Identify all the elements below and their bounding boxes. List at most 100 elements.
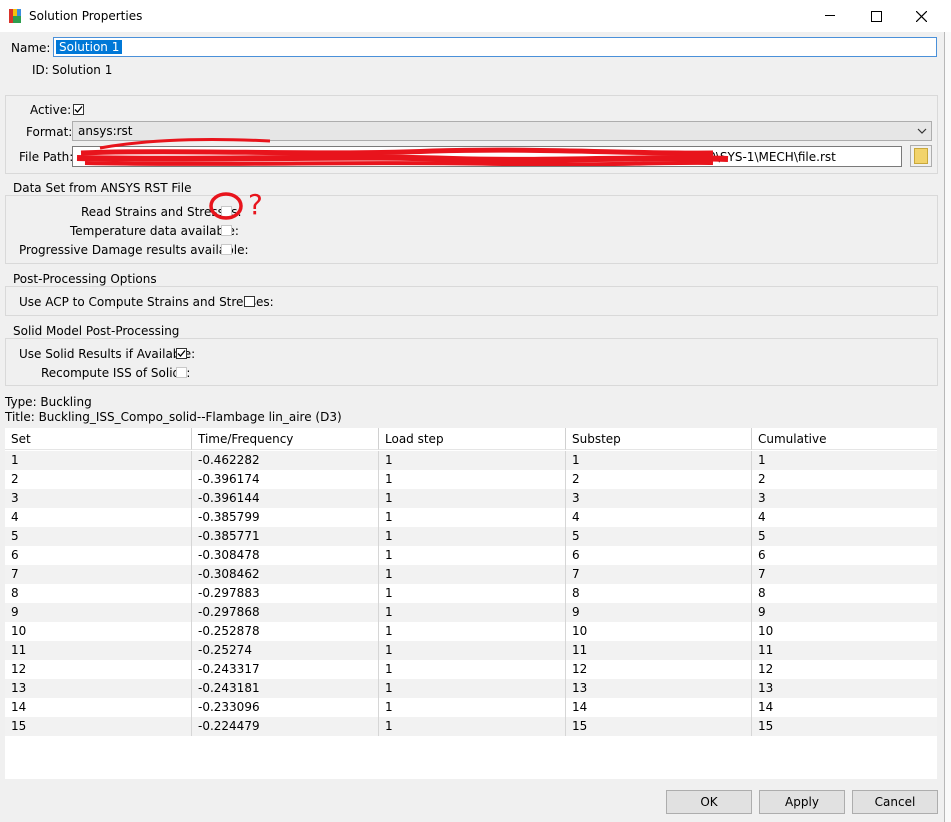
table-row[interactable]: 13 -0.243181 1 13 13	[5, 679, 937, 698]
table-cell: 6	[758, 548, 766, 562]
use-acp-label: Use ACP to Compute Strains and Stresses:	[19, 295, 274, 309]
table-cell: 6	[566, 546, 752, 565]
column-header-time[interactable]: Time/Frequency	[192, 428, 379, 450]
table-cell: 8	[5, 584, 192, 603]
column-header-cumulative[interactable]: Cumulative	[752, 428, 937, 450]
table-cell: 1	[379, 641, 566, 660]
table-cell: 14	[758, 700, 774, 714]
table-cell: 8	[758, 586, 766, 600]
maximize-icon[interactable]	[853, 0, 899, 32]
use-acp-checkbox[interactable]	[244, 296, 255, 307]
table-cell: 7	[5, 565, 192, 584]
table-cell: -0.25274	[192, 641, 379, 660]
table-cell: 1	[379, 717, 566, 736]
table-cell: 1	[379, 622, 566, 641]
table-cell: 12	[5, 660, 192, 679]
table-cell: 1	[379, 508, 566, 527]
table-cell: 4	[5, 508, 192, 527]
table-cell: -0.243317	[192, 660, 379, 679]
table-cell: 15	[5, 717, 192, 736]
postproc-group-title: Post-Processing Options	[11, 272, 159, 286]
table-cell: 13	[566, 679, 752, 698]
table-cell: 6	[5, 546, 192, 565]
solid-group-title: Solid Model Post-Processing	[11, 324, 182, 338]
table-cell: -0.233096	[192, 698, 379, 717]
table-cell: 10	[5, 622, 192, 641]
table-row[interactable]: 7 -0.308462 1 7 7	[5, 565, 937, 584]
table-cell: 5	[758, 529, 766, 543]
table-cell: -0.243181	[192, 679, 379, 698]
recompute-label: Recompute ISS of Solids:	[41, 366, 191, 380]
table-cell: 5	[5, 527, 192, 546]
table-row[interactable]: 6 -0.308478 1 6 6	[5, 546, 937, 565]
table-cell: 7	[758, 567, 766, 581]
annotation-question-mark: ?	[248, 188, 263, 221]
table-cell: 3	[566, 489, 752, 508]
id-value: Solution 1	[52, 63, 113, 77]
apply-button[interactable]: Apply	[759, 790, 845, 814]
table-cell: -0.297868	[192, 603, 379, 622]
name-input[interactable]: Solution 1	[53, 37, 937, 57]
table-cell: 11	[566, 641, 752, 660]
cancel-button[interactable]: Cancel	[852, 790, 938, 814]
table-row[interactable]: 1 -0.462282 1 1 1	[5, 451, 937, 470]
temperature-checkbox[interactable]	[221, 225, 232, 236]
check-icon	[74, 106, 83, 113]
column-header-substep[interactable]: Substep	[566, 428, 752, 450]
app-icon	[9, 9, 21, 23]
table-cell: 1	[379, 603, 566, 622]
column-header-loadstep[interactable]: Load step	[379, 428, 566, 450]
table-cell: 8	[566, 584, 752, 603]
browse-button[interactable]	[910, 145, 932, 167]
table-cell: 14	[5, 698, 192, 717]
table-cell: 2	[5, 470, 192, 489]
table-cell: 15	[566, 717, 752, 736]
minimize-icon[interactable]	[807, 0, 853, 32]
table-cell: 1	[379, 489, 566, 508]
table-cell: 1	[5, 451, 192, 470]
table-cell: 1	[566, 451, 752, 470]
redaction-scribble	[76, 147, 729, 166]
table-cell: 1	[379, 679, 566, 698]
column-header-set[interactable]: Set	[5, 428, 192, 450]
table-cell: 4	[566, 508, 752, 527]
table-row[interactable]: 14 -0.233096 1 14 14	[5, 698, 937, 717]
ok-button[interactable]: OK	[666, 790, 752, 814]
active-label: Active:	[30, 103, 72, 117]
use-solid-checkbox[interactable]	[176, 348, 187, 359]
table-cell: 12	[566, 660, 752, 679]
id-label: ID:	[32, 63, 49, 77]
redaction-scribble-top	[99, 137, 271, 150]
table-row[interactable]: 9 -0.297868 1 9 9	[5, 603, 937, 622]
table-cell: 1	[379, 470, 566, 489]
table-cell: 13	[758, 681, 774, 695]
table-row[interactable]: 5 -0.385771 1 5 5	[5, 527, 937, 546]
recompute-checkbox[interactable]	[176, 367, 187, 378]
table-cell: -0.462282	[192, 451, 379, 470]
chevron-down-icon	[917, 128, 927, 134]
table-cell: 13	[5, 679, 192, 698]
table-cell: 1	[379, 565, 566, 584]
table-row[interactable]: 12 -0.243317 1 12 12	[5, 660, 937, 679]
table-row[interactable]: 4 -0.385799 1 4 4	[5, 508, 937, 527]
table-cell: 15	[758, 719, 774, 733]
filepath-label: File Path:	[19, 150, 74, 164]
folder-icon	[914, 148, 928, 164]
format-label: Format:	[26, 125, 73, 139]
table-row[interactable]: 8 -0.297883 1 8 8	[5, 584, 937, 603]
table-cell: 1	[379, 660, 566, 679]
table-cell: -0.224479	[192, 717, 379, 736]
table-row[interactable]: 15 -0.224479 1 15 15	[5, 717, 937, 736]
table-row[interactable]: 10 -0.252878 1 10 10	[5, 622, 937, 641]
table-row[interactable]: 11 -0.25274 1 11 11	[5, 641, 937, 660]
active-checkbox[interactable]	[73, 104, 84, 115]
close-icon[interactable]	[898, 0, 944, 32]
table-cell: -0.396144	[192, 489, 379, 508]
table-row[interactable]: 2 -0.396174 1 2 2	[5, 470, 937, 489]
progressive-damage-checkbox[interactable]	[221, 244, 232, 255]
table-row[interactable]: 3 -0.396144 1 3 3	[5, 489, 937, 508]
temperature-label: Temperature data available:	[70, 224, 239, 238]
table-cell: -0.385771	[192, 527, 379, 546]
name-value: Solution 1	[56, 40, 123, 54]
table-cell: 11	[758, 643, 774, 657]
